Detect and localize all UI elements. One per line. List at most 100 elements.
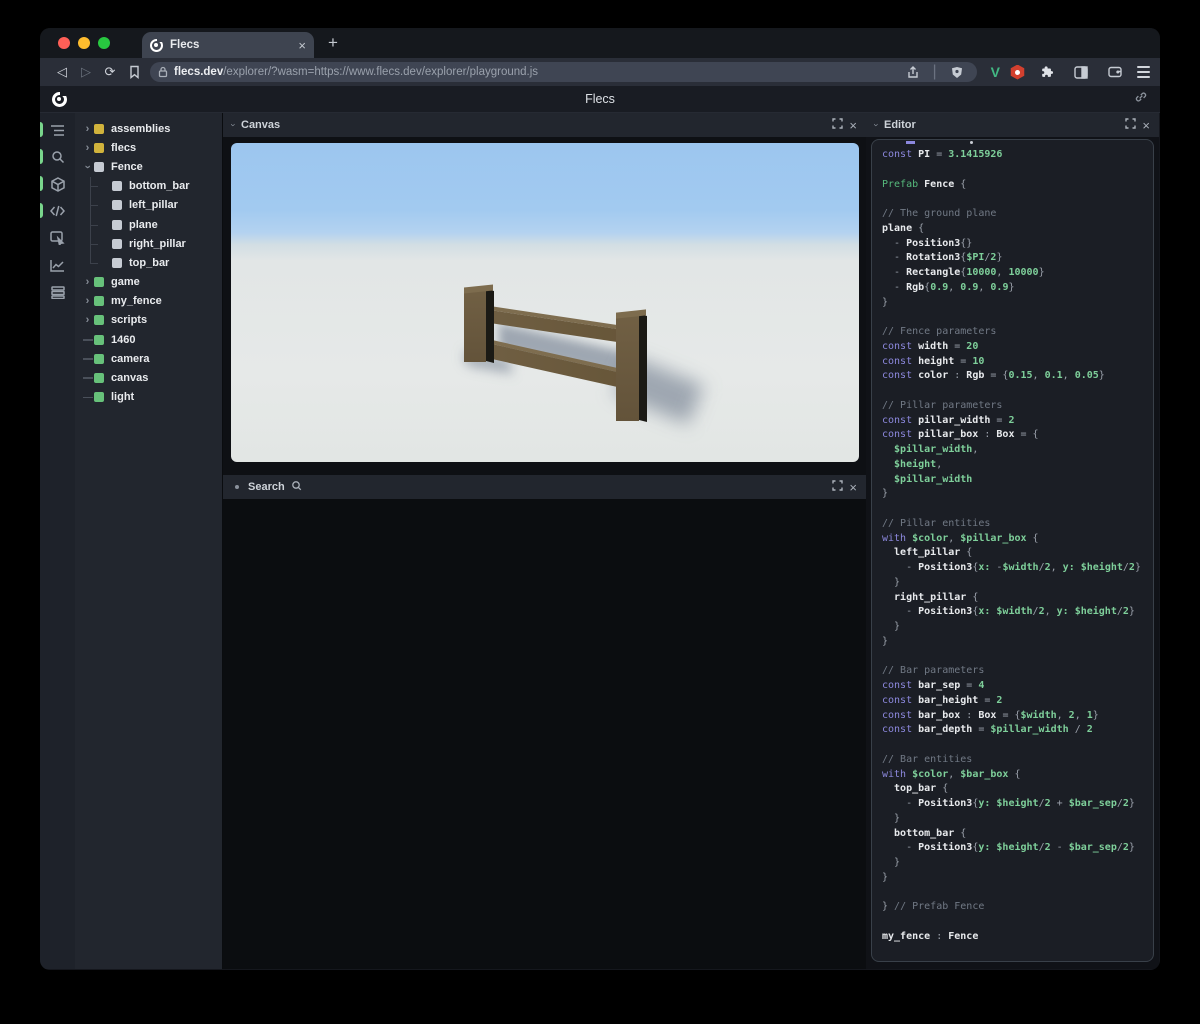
sidebar-chart-icon[interactable] bbox=[40, 256, 75, 274]
entity-tree: ›assemblies›flecs›Fencebottom_barleft_pi… bbox=[75, 113, 222, 969]
sidebar-table-icon[interactable] bbox=[40, 283, 75, 301]
back-button[interactable]: ◁ bbox=[50, 64, 74, 80]
code-line: - Rectangle{10000, 10000} bbox=[882, 266, 1153, 281]
code-line: } bbox=[882, 487, 1153, 502]
code-line: my_fence : Fence bbox=[882, 930, 1153, 945]
code-editor[interactable]: const PI = 3.1415926 Prefab Fence { // T… bbox=[871, 139, 1154, 962]
brave-shield-icon[interactable] bbox=[945, 61, 969, 83]
tree-item-label: flecs bbox=[111, 142, 136, 154]
sidebar-inspector-icon[interactable] bbox=[40, 229, 75, 247]
tree-item-label: light bbox=[111, 391, 134, 403]
url-path: /explorer/?wasm=https://www.flecs.dev/ex… bbox=[223, 66, 538, 78]
tree-item-label: top_bar bbox=[129, 257, 169, 269]
reload-button[interactable]: ⟳ bbox=[98, 64, 122, 80]
search-panel-content[interactable] bbox=[223, 499, 866, 969]
chevron-down-icon[interactable]: › bbox=[82, 160, 94, 173]
wallet-icon[interactable] bbox=[1103, 61, 1127, 83]
share-icon[interactable] bbox=[901, 61, 925, 83]
chevron-right-icon[interactable]: › bbox=[81, 295, 94, 307]
tree-connector bbox=[81, 372, 94, 384]
tree-item-light[interactable]: light bbox=[75, 388, 222, 407]
code-line: } // Prefab Fence bbox=[882, 900, 1153, 915]
tree-item-scripts[interactable]: ›scripts bbox=[75, 311, 222, 330]
entity-color-square bbox=[112, 181, 122, 191]
extensions-puzzle-icon[interactable] bbox=[1035, 61, 1059, 83]
chevron-right-icon[interactable]: › bbox=[81, 314, 94, 326]
close-panel-icon[interactable]: × bbox=[1142, 118, 1150, 133]
collapse-chevron-icon[interactable]: › bbox=[229, 124, 239, 127]
code-line: left_pillar { bbox=[882, 546, 1153, 561]
editor-panel-header: › Editor × bbox=[866, 113, 1159, 137]
forward-button[interactable]: ▷ bbox=[74, 64, 98, 80]
canvas-3d-viewport[interactable] bbox=[231, 143, 859, 462]
tree-item-game[interactable]: › game bbox=[75, 273, 222, 292]
fullscreen-icon[interactable] bbox=[832, 480, 843, 494]
code-line: - Position3{x: -$width/2, y: $height/2} bbox=[882, 561, 1153, 576]
code-line: } bbox=[882, 620, 1153, 635]
sidebar-tree-icon[interactable] bbox=[40, 121, 75, 139]
collapsed-dot-icon[interactable] bbox=[235, 485, 239, 489]
tree-item-bottom_bar[interactable]: bottom_bar bbox=[75, 177, 222, 196]
close-panel-icon[interactable]: × bbox=[849, 480, 857, 495]
tree-item-top_bar[interactable]: top_bar bbox=[75, 253, 222, 272]
tab-close-icon[interactable]: × bbox=[298, 38, 306, 53]
sidebar-toggle-icon[interactable] bbox=[1069, 61, 1093, 83]
tree-item-label: left_pillar bbox=[129, 199, 178, 211]
tree-item-right_pillar[interactable]: right_pillar bbox=[75, 234, 222, 253]
browser-tab[interactable]: Flecs × bbox=[142, 32, 314, 58]
code-line bbox=[882, 163, 1153, 178]
code-line: } bbox=[882, 296, 1153, 311]
entity-color-square bbox=[94, 296, 104, 306]
tree-item-assemblies[interactable]: ›assemblies bbox=[75, 119, 222, 138]
code-line: // The ground plane bbox=[882, 207, 1153, 222]
window-controls bbox=[58, 37, 110, 49]
tree-item-plane[interactable]: plane bbox=[75, 215, 222, 234]
tree-item-flecs[interactable]: › flecs bbox=[75, 138, 222, 157]
code-line: const bar_box : Box = {$width, 2, 1} bbox=[882, 709, 1153, 724]
adblock-extension-icon[interactable] bbox=[1010, 65, 1025, 80]
collapse-chevron-icon[interactable]: › bbox=[872, 124, 882, 127]
tree-item-camera[interactable]: camera bbox=[75, 349, 222, 368]
tree-item-label: bottom_bar bbox=[129, 180, 190, 192]
canvas-panel-content bbox=[223, 137, 866, 475]
sidebar-code-icon[interactable] bbox=[40, 202, 75, 220]
code-line: - Position3{y: $height/2 - $bar_sep/2} bbox=[882, 841, 1153, 856]
entity-color-square bbox=[94, 315, 104, 325]
code-line: // Pillar parameters bbox=[882, 399, 1153, 414]
tree-item-1460[interactable]: 1460 bbox=[75, 330, 222, 349]
close-panel-icon[interactable]: × bbox=[849, 118, 857, 133]
tree-item-Fence[interactable]: ›Fence bbox=[75, 157, 222, 176]
code-line bbox=[882, 886, 1153, 901]
tree-item-canvas[interactable]: canvas bbox=[75, 368, 222, 387]
fullscreen-icon[interactable] bbox=[1125, 118, 1136, 132]
code-line: const pillar_box : Box = { bbox=[882, 428, 1153, 443]
code-line: const color : Rgb = {0.15, 0.1, 0.05} bbox=[882, 369, 1153, 384]
maximize-window-button[interactable] bbox=[98, 37, 110, 49]
tree-item-label: 1460 bbox=[111, 334, 135, 346]
chevron-right-icon[interactable]: › bbox=[81, 276, 94, 288]
vue-devtools-icon[interactable]: V bbox=[991, 64, 1000, 80]
chevron-right-icon[interactable]: › bbox=[81, 142, 94, 154]
tree-item-my_fence[interactable]: ›my_fence bbox=[75, 292, 222, 311]
code-line bbox=[882, 738, 1153, 753]
entity-color-square bbox=[94, 373, 104, 383]
code-line: - Position3{y: $height/2 + $bar_sep/2} bbox=[882, 797, 1153, 812]
url-bar[interactable]: flecs.dev/explorer/?wasm=https://www.fle… bbox=[150, 62, 977, 82]
tree-item-label: game bbox=[111, 276, 140, 288]
sidebar-canvas-cube-icon[interactable] bbox=[40, 175, 75, 193]
bookmark-icon[interactable] bbox=[122, 61, 146, 83]
sidebar-search-icon[interactable] bbox=[40, 148, 75, 166]
tree-item-label: plane bbox=[129, 219, 158, 231]
new-tab-button[interactable]: + bbox=[328, 33, 338, 53]
minimize-window-button[interactable] bbox=[78, 37, 90, 49]
fullscreen-icon[interactable] bbox=[832, 118, 843, 132]
share-link-icon[interactable] bbox=[1134, 90, 1148, 109]
code-line: - Position3{x: $width/2, y: $height/2} bbox=[882, 605, 1153, 620]
code-line bbox=[882, 192, 1153, 207]
tree-item-left_pillar[interactable]: left_pillar bbox=[75, 196, 222, 215]
chevron-right-icon[interactable]: › bbox=[81, 123, 94, 135]
browser-menu-icon[interactable] bbox=[1137, 66, 1150, 78]
close-window-button[interactable] bbox=[58, 37, 70, 49]
code-line: $height, bbox=[882, 458, 1153, 473]
code-line: const PI = 3.1415926 bbox=[882, 148, 1153, 163]
